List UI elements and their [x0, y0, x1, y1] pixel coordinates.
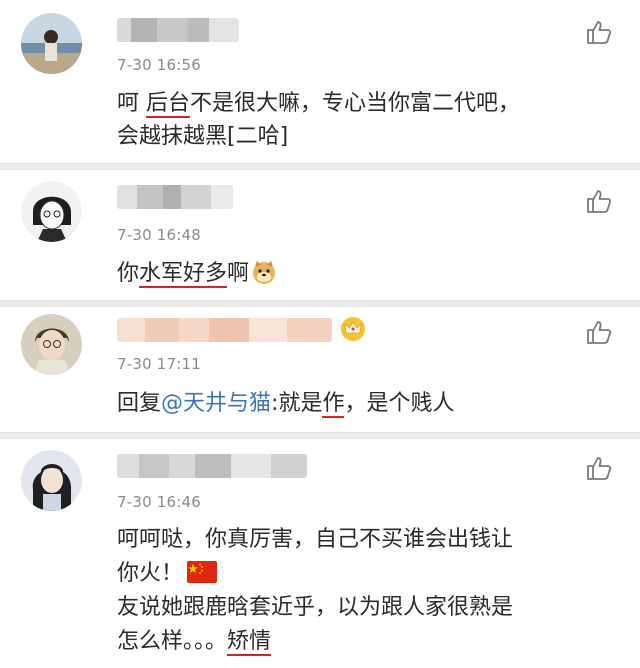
china-flag-icon [187, 561, 218, 583]
comment-text: 呵呵哒，你真厉害，自己不买谁会出钱让 你火！ 友说她跟鹿晗套近乎，以为跟人家很熟… [117, 527, 514, 656]
divider [0, 163, 640, 170]
avatar-image-2 [21, 181, 82, 242]
avatar-image-3 [21, 314, 82, 375]
comment-text: 呵 后台不是很大嘛，专心当你富二代吧， 会越抹越黑[二哈] [117, 91, 521, 149]
comment-item-4: 7-30 16:46 呵呵哒，你真厉害，自己不买谁会出钱让 你火！ 友说她跟鹿晗… [0, 440, 640, 668]
thumbs-up-icon[interactable] [585, 187, 613, 215]
comment-item-3: 7-30 17:11 回复@天井与猫:就是作，是个贱人 [0, 308, 640, 432]
comment-text: 你水军好多啊 [117, 257, 277, 290]
avatar[interactable] [21, 181, 82, 242]
comment-timestamp: 7-30 16:46 [117, 493, 202, 511]
comment-item-1: 7-30 16:56 呵 后台不是很大嘛，专心当你富二代吧， 会越抹越黑[二哈] [0, 0, 640, 163]
comment-timestamp: 7-30 17:11 [117, 355, 202, 373]
avatar-image-4 [21, 450, 82, 511]
underlined-phrase: 作 [322, 391, 345, 418]
crown-icon [341, 317, 365, 341]
underlined-phrase: 水军好多 [139, 261, 228, 288]
username-blurred[interactable] [117, 18, 239, 42]
divider [0, 300, 640, 307]
divider [0, 432, 640, 439]
comment-timestamp: 7-30 16:56 [117, 56, 202, 74]
avatar[interactable] [21, 450, 82, 511]
avatar[interactable] [21, 13, 82, 74]
doge-emoji-icon [253, 261, 276, 284]
comment-item-2: 7-30 16:48 你水军好多啊 [0, 171, 640, 300]
username-blurred[interactable] [117, 318, 332, 342]
comment-text: 回复@天井与猫:就是作，是个贱人 [117, 391, 455, 418]
underlined-phrase: 后台 [146, 91, 191, 118]
thumbs-up-icon[interactable] [585, 18, 613, 46]
avatar-image-1 [21, 13, 82, 74]
avatar[interactable] [21, 314, 82, 375]
underlined-phrase: 矫情 [227, 629, 272, 656]
mention-link[interactable]: @天井与猫 [161, 391, 271, 416]
thumbs-up-icon[interactable] [585, 318, 613, 346]
comment-timestamp: 7-30 16:48 [117, 226, 202, 244]
username-blurred[interactable] [117, 185, 233, 209]
thumbs-up-icon[interactable] [585, 454, 613, 482]
username-blurred[interactable] [117, 454, 307, 478]
